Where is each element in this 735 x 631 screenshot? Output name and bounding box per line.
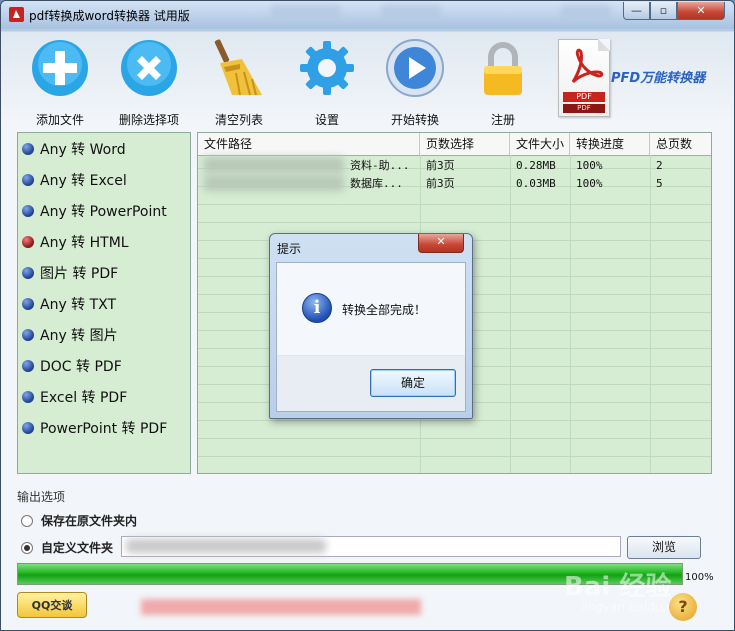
help-icon[interactable]: ? bbox=[669, 593, 697, 621]
brand-logo: PDF PDF PFD万能转换器 bbox=[558, 39, 718, 119]
bullet-icon bbox=[22, 298, 34, 310]
dialog-title: 提示 bbox=[277, 242, 302, 256]
bullet-icon bbox=[22, 422, 34, 434]
qq-chat-button[interactable]: QQ交谈 bbox=[17, 592, 87, 618]
cell-total: 5 bbox=[656, 177, 663, 190]
broom-icon bbox=[214, 39, 262, 96]
gear-icon bbox=[300, 41, 354, 95]
bullet-icon-selected bbox=[22, 236, 34, 248]
window-title: pdf转换成word转换器 试用版 bbox=[29, 9, 190, 23]
bullet-icon bbox=[22, 205, 34, 217]
bullet-icon bbox=[22, 391, 34, 403]
qq-chat-label: QQ交谈 bbox=[31, 599, 73, 612]
cell-progress: 100% bbox=[576, 159, 603, 172]
table-header: 文件路径 页数选择 文件大小 转换进度 总页数 bbox=[198, 133, 711, 156]
conversion-type-list: Any 转 Word Any 转 Excel Any 转 PowerPoint … bbox=[17, 132, 191, 474]
clear-list-button[interactable]: 清空列表 bbox=[199, 39, 279, 128]
bullet-icon bbox=[22, 360, 34, 372]
blurred-path bbox=[204, 175, 344, 191]
blurred-path bbox=[204, 157, 344, 173]
maximize-button[interactable]: ▫ bbox=[650, 2, 677, 20]
sidebar-item-any-to-powerpoint[interactable]: Any 转 PowerPoint bbox=[22, 201, 167, 221]
app-window: pdf转换成word转换器 试用版 — ▫ ✕ 添加文件 删除选择项 清空列表 … bbox=[0, 0, 735, 631]
sidebar-item-excel-to-pdf[interactable]: Excel 转 PDF bbox=[22, 387, 127, 407]
sidebar-item-doc-to-pdf[interactable]: DOC 转 PDF bbox=[22, 356, 122, 376]
add-file-label: 添加文件 bbox=[35, 113, 84, 127]
minimize-button[interactable]: — bbox=[623, 2, 650, 20]
radio-button-selected[interactable] bbox=[21, 541, 33, 554]
cell-pages[interactable]: 前3页 bbox=[420, 175, 510, 193]
start-convert-label: 开始转换 bbox=[390, 113, 439, 127]
ok-button[interactable]: 确定 bbox=[370, 369, 456, 397]
blurred-path bbox=[126, 539, 326, 553]
bullet-icon bbox=[22, 329, 34, 341]
blurred-region bbox=[271, 5, 341, 19]
plus-icon bbox=[32, 40, 88, 96]
sidebar-item-any-to-txt[interactable]: Any 转 TXT bbox=[22, 294, 116, 314]
output-options-title: 输出选项 bbox=[17, 490, 66, 504]
column-header-size[interactable]: 文件大小 bbox=[510, 133, 570, 155]
save-original-folder-option[interactable]: 保存在原文件夹内 bbox=[21, 512, 137, 529]
blurred-region bbox=[381, 5, 441, 19]
cell-pages[interactable]: 前3页 bbox=[420, 157, 510, 175]
play-icon bbox=[386, 39, 444, 97]
info-icon: i bbox=[302, 293, 332, 323]
delete-selected-button[interactable]: 删除选择项 bbox=[109, 39, 189, 128]
settings-button[interactable]: 设置 bbox=[287, 39, 367, 128]
progress-percent: 100% bbox=[685, 572, 714, 583]
bullet-icon bbox=[22, 143, 34, 155]
sidebar-item-image-to-pdf[interactable]: 图片 转 PDF bbox=[22, 263, 118, 283]
cell-progress: 100% bbox=[576, 177, 603, 190]
lock-icon bbox=[484, 42, 522, 95]
cell-size: 0.03MB bbox=[516, 177, 556, 190]
settings-label: 设置 bbox=[314, 113, 339, 127]
sidebar-item-powerpoint-to-pdf[interactable]: PowerPoint 转 PDF bbox=[22, 418, 167, 438]
start-convert-button[interactable]: 开始转换 bbox=[375, 39, 455, 128]
add-file-button[interactable]: 添加文件 bbox=[20, 39, 100, 128]
sidebar-item-any-to-excel[interactable]: Any 转 Excel bbox=[22, 170, 127, 190]
cell-path: 资料-助... bbox=[350, 159, 410, 172]
register-label: 注册 bbox=[490, 113, 515, 127]
column-header-progress[interactable]: 转换进度 bbox=[570, 133, 650, 155]
bullet-icon bbox=[22, 267, 34, 279]
custom-folder-option[interactable]: 自定义文件夹 bbox=[21, 539, 113, 556]
watermark-logo: Bai 经验 bbox=[564, 572, 672, 602]
delete-selected-label: 删除选择项 bbox=[118, 113, 179, 127]
column-header-path[interactable]: 文件路径 bbox=[198, 133, 420, 155]
completion-dialog: 提示 ✕ i 转换全部完成！ 确定 bbox=[269, 233, 473, 419]
app-icon bbox=[9, 7, 24, 22]
bullet-icon bbox=[22, 174, 34, 186]
cell-path: 数据库... bbox=[350, 177, 403, 190]
brand-text: PFD万能转换器 bbox=[611, 71, 706, 86]
title-bar[interactable]: pdf转换成word转换器 试用版 — ▫ ✕ bbox=[1, 1, 734, 29]
output-folder-input[interactable] bbox=[121, 536, 621, 557]
dialog-close-button[interactable]: ✕ bbox=[418, 234, 464, 253]
clear-list-label: 清空列表 bbox=[214, 113, 263, 127]
blurred-region bbox=[141, 599, 421, 615]
column-header-total[interactable]: 总页数 bbox=[650, 133, 711, 155]
sidebar-item-any-to-word[interactable]: Any 转 Word bbox=[22, 139, 126, 159]
column-header-pages[interactable]: 页数选择 bbox=[420, 133, 510, 155]
cell-size: 0.28MB bbox=[516, 159, 556, 172]
close-button[interactable]: ✕ bbox=[677, 2, 725, 20]
blurred-region bbox=[561, 5, 611, 19]
register-button[interactable]: 注册 bbox=[463, 39, 543, 128]
browse-button[interactable]: 浏览 bbox=[627, 536, 701, 559]
dialog-message: 转换全部完成！ bbox=[342, 303, 427, 317]
cell-total: 2 bbox=[656, 159, 663, 172]
radio-button[interactable] bbox=[21, 514, 33, 527]
x-icon bbox=[121, 40, 177, 96]
sidebar-item-any-to-image[interactable]: Any 转 图片 bbox=[22, 325, 118, 345]
pdf-document-icon: PDF PDF bbox=[558, 39, 610, 117]
sidebar-item-any-to-html[interactable]: Any 转 HTML bbox=[22, 232, 129, 252]
